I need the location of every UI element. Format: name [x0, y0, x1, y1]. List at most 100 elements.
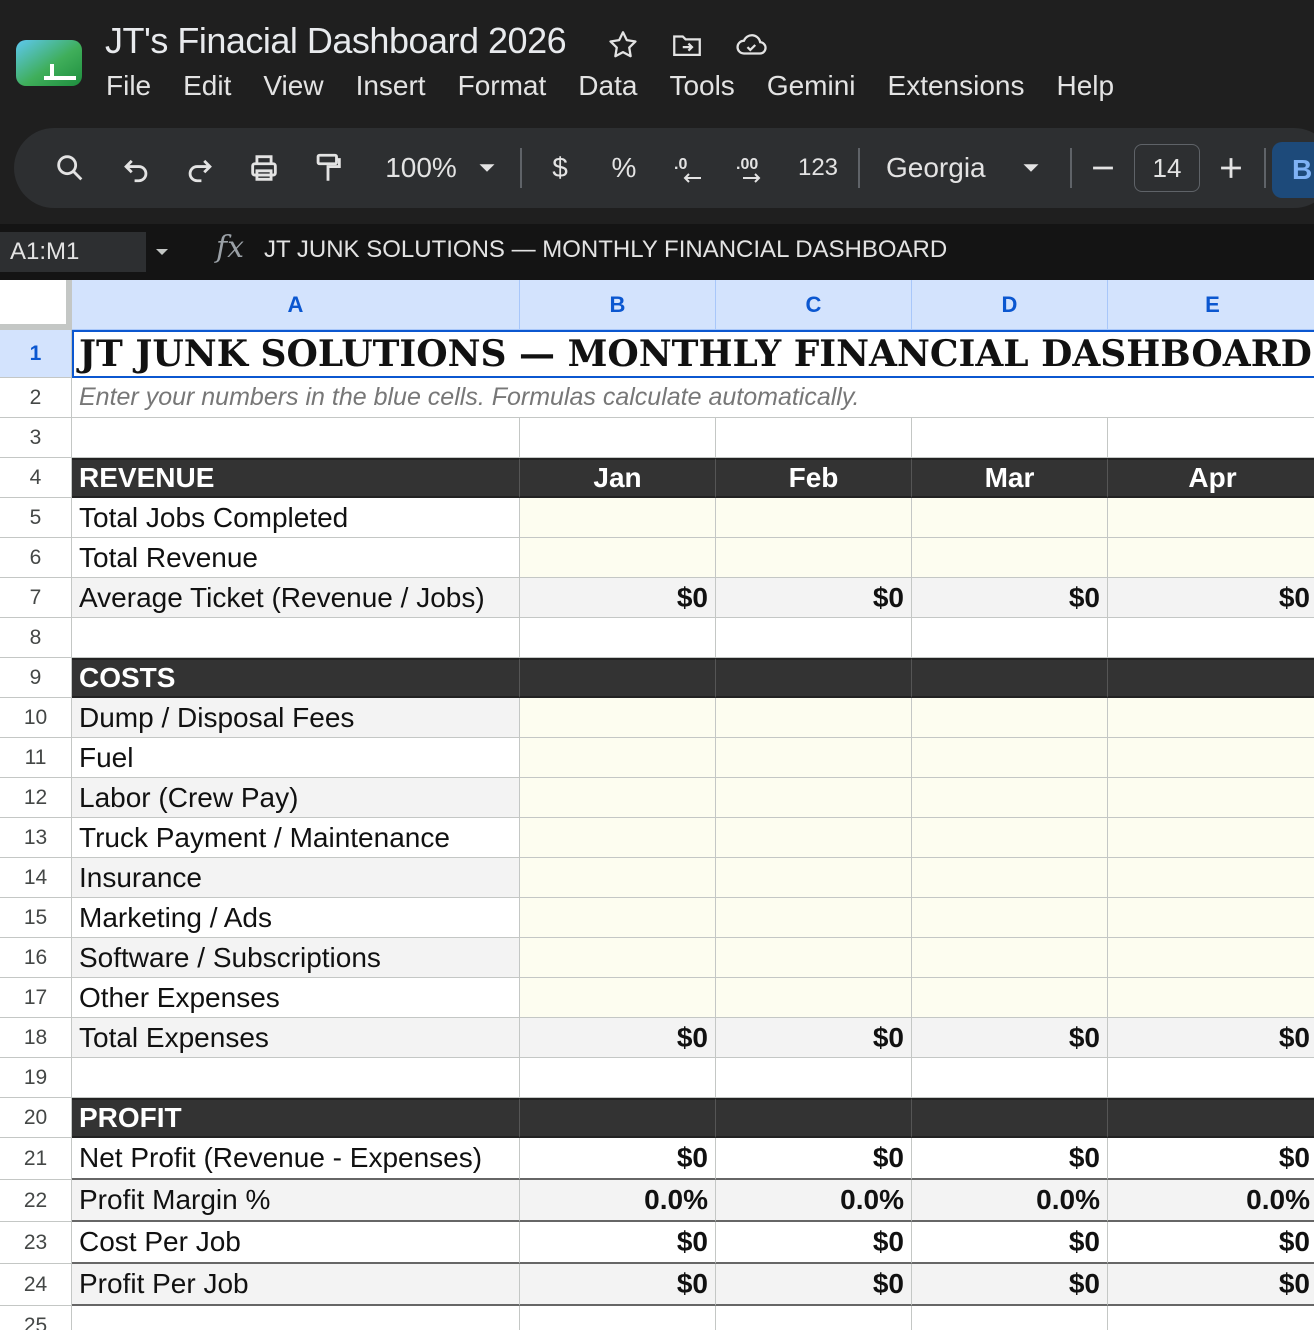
row-header-7[interactable]: 7 [0, 578, 72, 618]
move-folder-icon[interactable] [670, 28, 704, 67]
menu-help[interactable]: Help [1056, 70, 1114, 102]
section-header-fill[interactable] [716, 658, 912, 698]
row-header-17[interactable]: 17 [0, 978, 72, 1018]
input-cell[interactable] [1108, 898, 1314, 938]
input-cell[interactable] [520, 898, 716, 938]
increase-decimal-button[interactable]: .00 [732, 128, 772, 208]
input-cell[interactable] [520, 698, 716, 738]
formula-cell[interactable]: 0.0% [912, 1180, 1108, 1222]
input-cell[interactable] [1108, 818, 1314, 858]
row-header-20[interactable]: 20 [0, 1098, 72, 1138]
increase-font-size-button[interactable] [1214, 128, 1248, 208]
empty-cell[interactable] [716, 1306, 912, 1330]
empty-cell[interactable] [520, 1306, 716, 1330]
input-cell[interactable] [716, 978, 912, 1018]
input-cell[interactable] [520, 858, 716, 898]
column-header-a[interactable]: A [72, 280, 520, 330]
row-label[interactable]: Truck Payment / Maintenance [72, 818, 520, 858]
column-header-c[interactable]: C [716, 280, 912, 330]
column-header-d[interactable]: D [912, 280, 1108, 330]
formula-cell[interactable]: $0 [716, 1138, 912, 1180]
input-cell[interactable] [520, 738, 716, 778]
zoom-select[interactable]: 100% [376, 128, 466, 208]
input-cell[interactable] [912, 978, 1108, 1018]
percent-format-button[interactable]: % [606, 128, 642, 208]
empty-cell[interactable] [1108, 1058, 1314, 1098]
name-box-dropdown-icon[interactable] [150, 232, 174, 272]
profit-section-header[interactable]: PROFIT [72, 1098, 520, 1138]
formula-input[interactable]: JT JUNK SOLUTIONS — MONTHLY FINANCIAL DA… [264, 236, 947, 264]
row-header-5[interactable]: 5 [0, 498, 72, 538]
bold-button[interactable]: B [1272, 142, 1314, 198]
formula-cell[interactable]: $0 [1108, 1138, 1314, 1180]
formula-cell[interactable]: $0 [1108, 578, 1314, 618]
month-header-apr[interactable]: Apr [1108, 458, 1314, 498]
formula-cell[interactable]: $0 [716, 1222, 912, 1264]
empty-cell[interactable] [72, 1058, 520, 1098]
currency-format-button[interactable]: $ [542, 128, 578, 208]
row-label[interactable]: Fuel [72, 738, 520, 778]
row-header-12[interactable]: 12 [0, 778, 72, 818]
section-header-fill[interactable] [1108, 658, 1314, 698]
redo-icon[interactable] [180, 128, 220, 208]
input-cell[interactable] [716, 498, 912, 538]
row-header-11[interactable]: 11 [0, 738, 72, 778]
document-title[interactable]: JT's Finacial Dashboard 2026 [105, 20, 567, 62]
formula-cell[interactable]: $0 [1108, 1264, 1314, 1306]
empty-cell[interactable] [72, 618, 520, 658]
row-header-25[interactable]: 25 [0, 1306, 72, 1330]
formula-cell[interactable]: $0 [520, 1222, 716, 1264]
decrease-decimal-button[interactable]: .0 [668, 128, 708, 208]
menu-view[interactable]: View [263, 70, 323, 102]
column-header-e[interactable]: E [1108, 280, 1314, 330]
input-cell[interactable] [716, 938, 912, 978]
row-header-18[interactable]: 18 [0, 1018, 72, 1058]
menu-format[interactable]: Format [458, 70, 547, 102]
formula-cell[interactable]: $0 [716, 578, 912, 618]
input-cell[interactable] [1108, 698, 1314, 738]
formula-cell[interactable]: $0 [716, 1264, 912, 1306]
row-label[interactable]: Total Expenses [72, 1018, 520, 1058]
font-dropdown-icon[interactable] [1016, 128, 1046, 208]
sheet-title-cell[interactable]: JT JUNK SOLUTIONS — MONTHLY FINANCIAL DA… [72, 330, 1314, 378]
formula-cell[interactable]: $0 [912, 1138, 1108, 1180]
input-cell[interactable] [520, 538, 716, 578]
sheet-subtitle-cell[interactable]: Enter your numbers in the blue cells. Fo… [72, 378, 1314, 418]
font-size-input[interactable]: 14 [1134, 144, 1200, 192]
input-cell[interactable] [912, 778, 1108, 818]
row-label[interactable]: Profit Per Job [72, 1264, 520, 1306]
row-header-10[interactable]: 10 [0, 698, 72, 738]
month-header-feb[interactable]: Feb [716, 458, 912, 498]
formula-cell[interactable]: $0 [912, 1018, 1108, 1058]
row-label[interactable]: Total Jobs Completed [72, 498, 520, 538]
input-cell[interactable] [1108, 498, 1314, 538]
input-cell[interactable] [520, 978, 716, 1018]
input-cell[interactable] [1108, 738, 1314, 778]
empty-cell[interactable] [1108, 618, 1314, 658]
row-header-2[interactable]: 2 [0, 378, 72, 418]
more-formats-button[interactable]: 123 [796, 128, 840, 208]
row-header-1[interactable]: 1 [0, 330, 72, 378]
empty-cell[interactable] [716, 418, 912, 458]
row-header-3[interactable]: 3 [0, 418, 72, 458]
empty-cell[interactable] [912, 418, 1108, 458]
input-cell[interactable] [520, 498, 716, 538]
formula-cell[interactable]: $0 [716, 1018, 912, 1058]
input-cell[interactable] [520, 818, 716, 858]
menu-tools[interactable]: Tools [669, 70, 734, 102]
print-icon[interactable] [244, 128, 284, 208]
empty-cell[interactable] [912, 618, 1108, 658]
section-header-fill[interactable] [716, 1098, 912, 1138]
empty-cell[interactable] [912, 1306, 1108, 1330]
row-header-16[interactable]: 16 [0, 938, 72, 978]
formula-cell[interactable]: 0.0% [520, 1180, 716, 1222]
menu-insert[interactable]: Insert [356, 70, 426, 102]
empty-cell[interactable] [1108, 1306, 1314, 1330]
input-cell[interactable] [912, 818, 1108, 858]
row-header-6[interactable]: 6 [0, 538, 72, 578]
empty-cell[interactable] [520, 418, 716, 458]
section-header-fill[interactable] [520, 658, 716, 698]
input-cell[interactable] [1108, 978, 1314, 1018]
row-label[interactable]: Profit Margin % [72, 1180, 520, 1222]
formula-cell[interactable]: 0.0% [1108, 1180, 1314, 1222]
